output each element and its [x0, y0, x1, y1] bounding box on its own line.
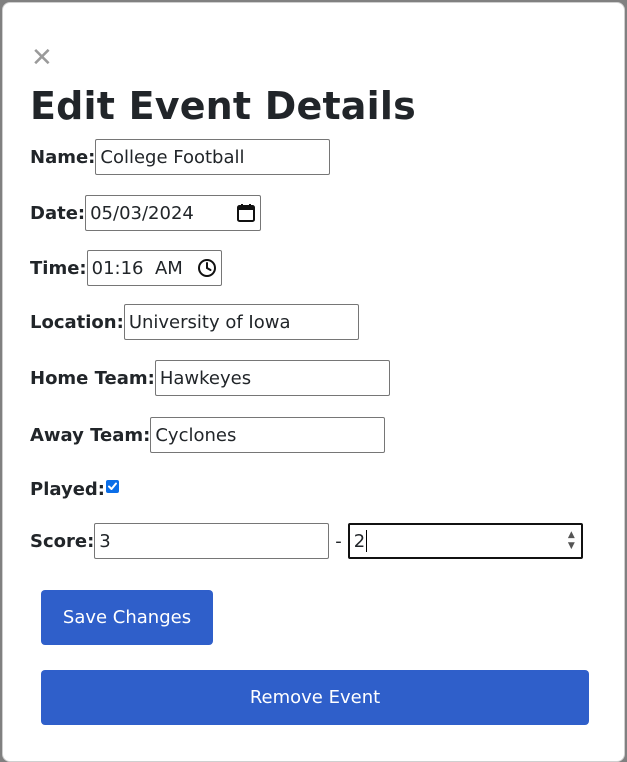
remove-event-button[interactable]: Remove Event	[41, 670, 589, 725]
date-value: 05/03/2024	[90, 202, 194, 224]
time-row: Time: 01:16 AM	[30, 249, 222, 287]
text-caret	[366, 530, 368, 552]
location-value: University of Iowa	[128, 311, 291, 333]
location-label: Location:	[30, 311, 124, 333]
time-input[interactable]: 01:16 AM	[86, 250, 222, 286]
date-row: Date: 05/03/2024	[30, 194, 262, 232]
score-row: Score: 3 - 2 ▲ ▼	[30, 522, 583, 560]
away-score-value: 2	[353, 530, 366, 552]
home-team-input[interactable]: Hawkeyes	[154, 360, 390, 396]
save-changes-button[interactable]: Save Changes	[41, 590, 213, 645]
away-team-label: Away Team:	[30, 424, 151, 446]
location-input[interactable]: University of Iowa	[123, 304, 359, 340]
name-row: Name: College Football	[30, 138, 331, 176]
score-separator: -	[335, 530, 342, 552]
name-input[interactable]: College Football	[95, 139, 331, 175]
home-team-value: Hawkeyes	[159, 367, 252, 389]
home-team-label: Home Team:	[30, 367, 155, 389]
time-label: Time:	[30, 257, 87, 279]
dialog-title: Edit Event Details	[30, 84, 416, 128]
played-row: Played:	[30, 470, 119, 508]
checkmark-icon	[107, 482, 117, 490]
name-value: College Football	[100, 146, 245, 168]
away-team-value: Cyclones	[155, 424, 237, 446]
clock-icon[interactable]	[197, 258, 217, 278]
spin-down-icon[interactable]: ▼	[568, 542, 575, 551]
away-team-row: Away Team: Cyclones	[30, 416, 386, 454]
number-spinner[interactable]: ▲ ▼	[568, 531, 575, 551]
score-label: Score:	[30, 530, 95, 552]
time-value: 01:16 AM	[91, 257, 183, 279]
name-label: Name:	[30, 146, 96, 168]
home-score-input[interactable]: 3	[94, 523, 330, 559]
location-row: Location: University of Iowa	[30, 303, 359, 341]
away-team-input[interactable]: Cyclones	[150, 417, 386, 453]
away-score-input[interactable]: 2 ▲ ▼	[347, 523, 583, 559]
close-icon[interactable]: ✕	[31, 45, 53, 71]
played-label: Played:	[30, 478, 105, 500]
date-input[interactable]: 05/03/2024	[85, 195, 262, 231]
home-team-row: Home Team: Hawkeyes	[30, 359, 390, 397]
date-label: Date:	[30, 202, 86, 224]
calendar-icon[interactable]	[236, 203, 256, 223]
played-checkbox[interactable]	[105, 479, 119, 493]
spin-up-icon[interactable]: ▲	[568, 531, 575, 540]
home-score-value: 3	[99, 530, 111, 552]
edit-event-dialog: ✕ Edit Event Details Name: College Footb…	[2, 2, 625, 762]
